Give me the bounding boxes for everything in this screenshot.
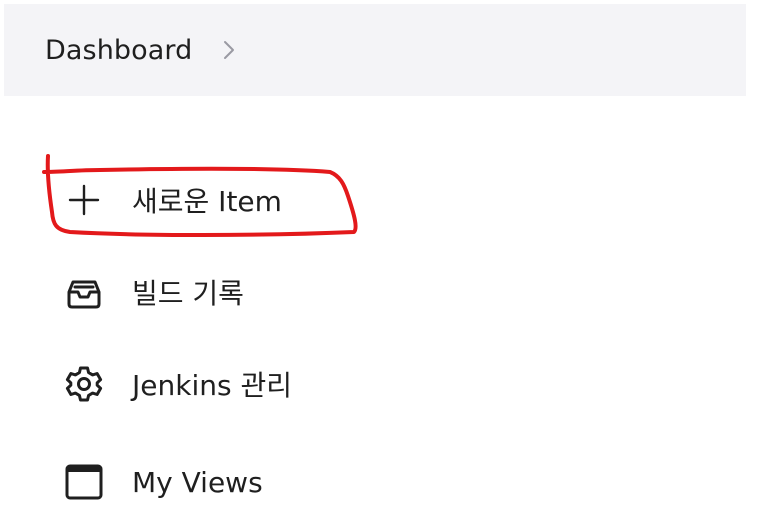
sidebar-item-build-history[interactable]: 빌드 기록 (60, 264, 244, 320)
sidebar-item-label: Jenkins 관리 (132, 369, 292, 402)
breadcrumb: Dashboard (4, 4, 746, 96)
chevron-right-icon[interactable] (220, 38, 238, 62)
inbox-icon (60, 268, 108, 316)
sidebar-item-manage-jenkins[interactable]: Jenkins 관리 (60, 356, 292, 412)
sidebar-item-label: 새로운 Item (132, 185, 282, 218)
breadcrumb-item-dashboard[interactable]: Dashboard (45, 35, 192, 66)
side-navigation: 새로운 Item 빌드 기록 Jenkins 관리 My Views (0, 150, 420, 520)
window-icon (60, 458, 108, 506)
gear-icon (60, 360, 108, 408)
sidebar-item-label: My Views (132, 465, 263, 499)
sidebar-item-label: 빌드 기록 (132, 277, 244, 310)
sidebar-item-new-item[interactable]: 새로운 Item (60, 172, 282, 228)
sidebar-item-my-views[interactable]: My Views (60, 454, 263, 510)
plus-icon (60, 176, 108, 224)
